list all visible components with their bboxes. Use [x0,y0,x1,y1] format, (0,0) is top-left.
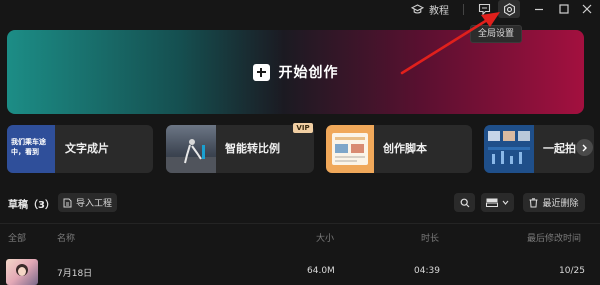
text-to-video-thumbnail: 我们乘车途中，看到 [7,125,55,173]
search-icon [460,198,470,208]
column-duration[interactable]: 时长 [421,231,439,244]
chevron-down-icon [502,200,509,205]
drafts-title: 草稿（3） [8,200,55,211]
feature-label-text-to-video: 文字成片 [65,142,109,155]
import-project-label: 导入工程 [75,199,112,209]
feature-card-smart-ratio[interactable]: 智能转比例 [166,125,314,173]
column-all[interactable]: 全部 [8,231,26,244]
draft-size: 64.0M [307,266,335,276]
list-view-icon [486,198,498,207]
search-button[interactable] [454,193,475,212]
shoot-together-thumbnail [484,125,534,173]
feature-card-script[interactable]: 创作脚本 [326,125,472,173]
minimize-icon[interactable] [532,2,546,16]
start-creation-label: 开始创作 [278,65,339,81]
import-file-icon [63,198,72,208]
script-thumbnail [326,125,374,173]
column-name[interactable]: 名称 [57,231,75,244]
vip-badge: VIP [293,123,313,133]
annotation-arrow [400,12,500,75]
draft-modified: 10/25 [559,266,585,276]
plus-icon [252,63,270,81]
table-divider [0,223,600,224]
text-to-video-thumb-text: 我们乘车途中，看到 [11,138,46,156]
chevron-right-icon [581,144,588,152]
trash-icon [529,197,538,208]
maximize-icon[interactable] [557,2,571,16]
import-project-button[interactable]: 导入工程 [58,193,117,212]
recently-deleted-label: 最近删除 [542,199,579,209]
view-mode-dropdown[interactable] [481,193,514,212]
column-size[interactable]: 大小 [316,231,334,244]
draft-name[interactable]: 7月18日 [57,266,92,279]
draft-duration: 04:39 [414,266,440,276]
draft-thumbnail [6,259,38,285]
column-modified[interactable]: 最后修改时间 [527,231,581,244]
smart-ratio-thumbnail [166,125,216,173]
feature-label-script: 创作脚本 [383,142,427,155]
feature-card-text-to-video[interactable]: 我们乘车途中，看到 文字成片 [7,125,153,173]
feature-label-shoot-together: 一起拍 [543,142,576,155]
close-icon[interactable] [580,2,594,16]
feature-label-smart-ratio: 智能转比例 [225,142,280,155]
recently-deleted-button[interactable]: 最近删除 [523,193,585,212]
scroll-right-button[interactable] [576,139,593,156]
